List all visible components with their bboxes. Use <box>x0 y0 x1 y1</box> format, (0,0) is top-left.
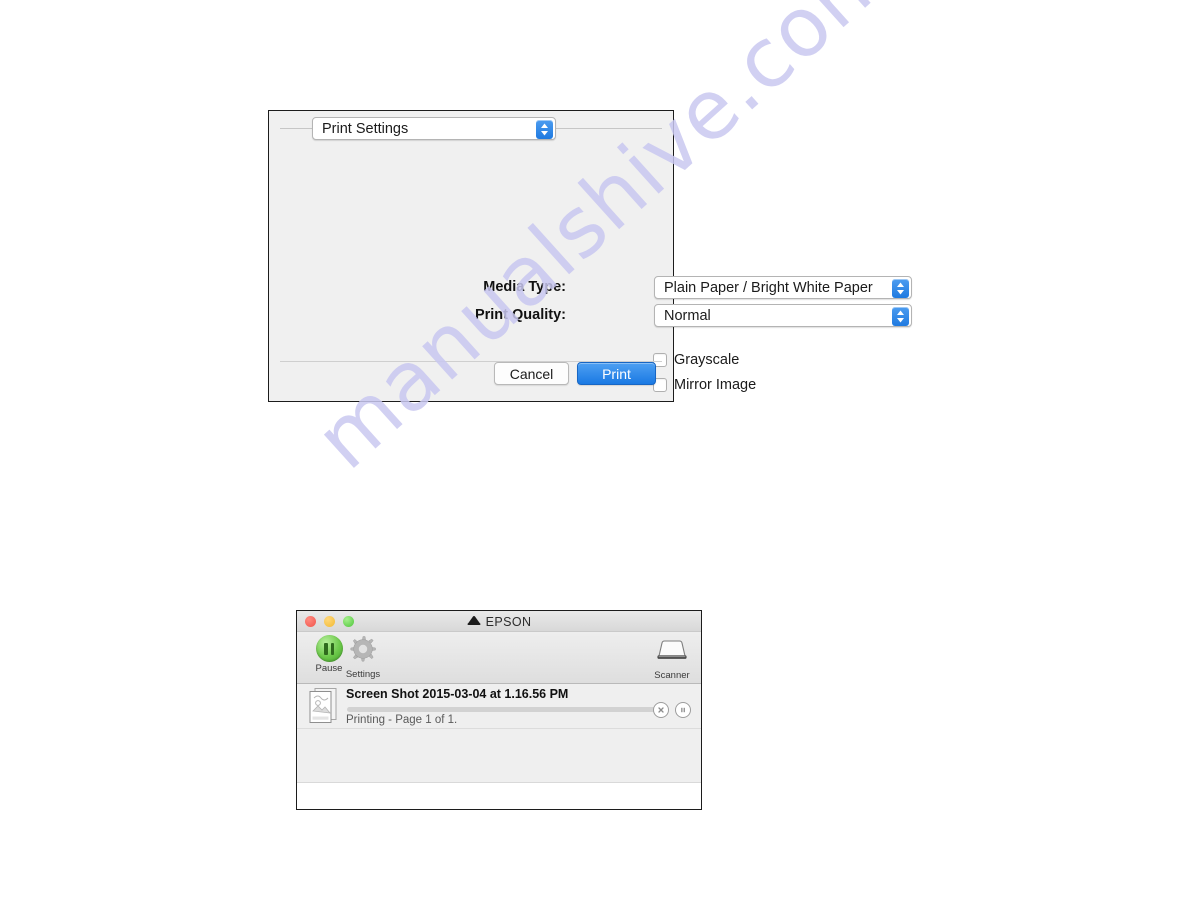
printer-queue-window: EPSON Pause Settings Scanner Screen Shot… <box>296 610 702 810</box>
pause-circle-icon[interactable] <box>675 702 691 718</box>
document-thumbnail-icon <box>308 687 338 724</box>
settings-toolbar-button[interactable]: Settings <box>340 635 386 680</box>
mirror-image-label: Mirror Image <box>674 377 757 393</box>
traffic-lights <box>305 616 354 627</box>
minimize-button-icon[interactable] <box>324 616 335 627</box>
dialog-body: Print Settings Media Type: Plain Paper /… <box>269 111 912 401</box>
job-status: Printing - Page 1 of 1. <box>346 714 458 726</box>
print-quality-label: Print Quality: <box>474 307 566 323</box>
window-title-group: EPSON <box>297 613 701 631</box>
pause-icon <box>315 635 343 662</box>
scanner-toolbar-button[interactable]: Scanner <box>649 636 695 681</box>
print-button[interactable]: Print <box>577 362 656 385</box>
print-settings-dialog: Print Settings Media Type: Plain Paper /… <box>268 110 912 402</box>
job-progress-bar <box>347 707 662 712</box>
cancel-circle-icon[interactable] <box>653 702 669 718</box>
settings-caption: Settings <box>345 669 381 680</box>
window-title: EPSON <box>485 615 532 629</box>
close-button-icon[interactable] <box>305 616 316 627</box>
print-settings-popup-value: Print Settings <box>322 120 409 137</box>
preset-row: Print Settings <box>269 111 673 153</box>
print-quality-select[interactable]: Normal <box>654 304 912 327</box>
job-title: Screen Shot 2015-03-04 at 1.16.56 PM <box>346 687 569 701</box>
grayscale-checkbox-row[interactable]: Grayscale <box>653 352 739 368</box>
cancel-button[interactable]: Cancel <box>494 362 569 385</box>
media-type-select[interactable]: Plain Paper / Bright White Paper <box>654 276 912 299</box>
job-actions <box>653 702 691 718</box>
gear-icon <box>349 635 377 668</box>
grayscale-label: Grayscale <box>674 352 740 368</box>
stepper-updown-icon[interactable] <box>892 307 909 326</box>
job-list: Screen Shot 2015-03-04 at 1.16.56 PM Pri… <box>297 684 701 809</box>
zoom-button-icon[interactable] <box>343 616 354 627</box>
stepper-updown-icon[interactable] <box>892 279 909 298</box>
list-footer-strip <box>297 782 701 809</box>
print-settings-popup[interactable]: Print Settings <box>312 117 556 140</box>
job-row[interactable]: Screen Shot 2015-03-04 at 1.16.56 PM Pri… <box>297 684 701 729</box>
scanner-caption: Scanner <box>654 670 690 681</box>
pause-caption: Pause <box>315 663 343 674</box>
window-titlebar[interactable]: EPSON <box>297 611 701 632</box>
print-quality-value: Normal <box>664 307 711 324</box>
epson-printer-icon <box>467 613 481 631</box>
mirror-image-checkbox-row[interactable]: Mirror Image <box>653 377 756 393</box>
media-type-label: Media Type: <box>483 279 566 295</box>
media-type-value: Plain Paper / Bright White Paper <box>664 279 873 296</box>
queue-toolbar: Pause Settings Scanner <box>297 632 701 684</box>
stepper-updown-icon[interactable] <box>536 120 553 139</box>
scanner-icon <box>654 636 690 669</box>
